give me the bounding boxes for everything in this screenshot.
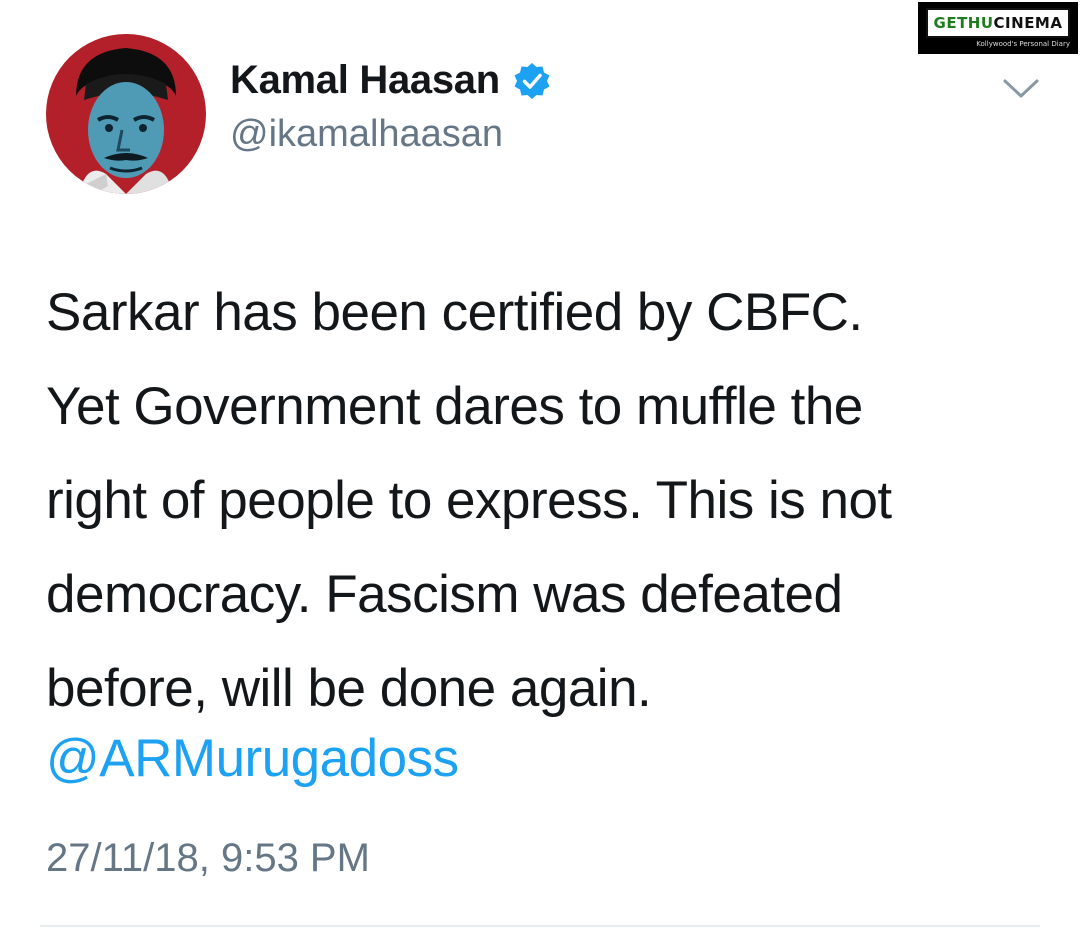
divider xyxy=(40,925,1040,927)
author-handle[interactable]: @ikamalhaasan xyxy=(230,113,503,156)
tweet-text: Sarkar has been certified by CBFC. Yet G… xyxy=(46,266,1046,736)
chevron-down-icon[interactable] xyxy=(1002,76,1040,102)
watermark-tagline: Kollywood's Personal Diary xyxy=(976,40,1070,48)
avatar-portrait-image xyxy=(46,34,206,194)
tweet-text-line: Yet Government dares to muffle the xyxy=(46,377,863,436)
tweet-text-line: before, will be done again. xyxy=(46,659,652,718)
watermark-brand-part1: GETHU xyxy=(933,14,994,32)
verified-badge-icon xyxy=(514,62,550,99)
watermark-logo: GETHU CINEMA Kollywood's Personal Diary xyxy=(918,2,1078,54)
tweet-text-line: democracy. Fascism was defeated xyxy=(46,565,843,624)
watermark-brand-part2: CINEMA xyxy=(993,14,1063,32)
author-name[interactable]: Kamal Haasan xyxy=(230,58,500,103)
tweet-text-line: Sarkar has been certified by CBFC. xyxy=(46,283,863,342)
author-row: Kamal Haasan xyxy=(230,58,552,103)
avatar[interactable] xyxy=(46,34,206,194)
tweet-timestamp[interactable]: 27/11/18, 9:53 PM xyxy=(46,836,370,881)
tweet-text-line: right of people to express. This is not xyxy=(46,471,892,530)
mention-link[interactable]: @ARMurugadoss xyxy=(46,728,459,789)
watermark-brand: GETHU CINEMA xyxy=(926,8,1070,38)
